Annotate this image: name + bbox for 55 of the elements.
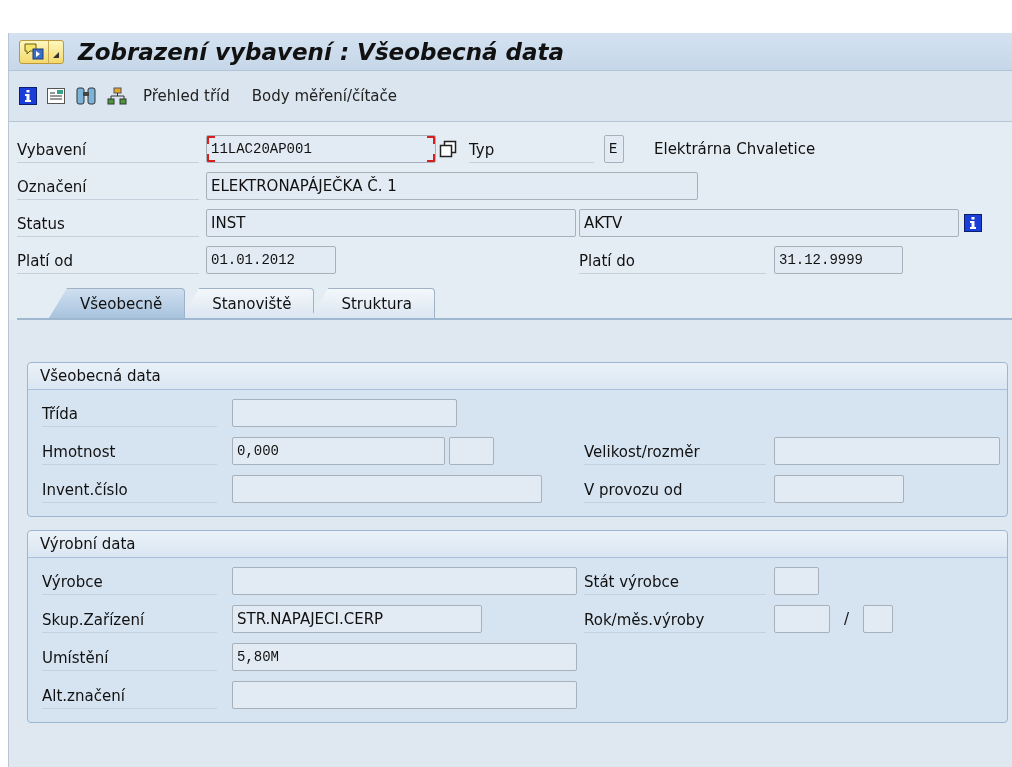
document-icon[interactable] [47,87,65,105]
type-description: Elektrárna Chvaletice [654,140,816,158]
binoculars-icon[interactable] [75,87,97,105]
hierarchy-icon[interactable] [107,87,127,105]
input-field[interactable] [232,681,577,709]
input-field[interactable]: AKTV [579,209,959,237]
input-field[interactable] [774,437,1000,465]
input-field[interactable] [863,605,894,633]
field-label: Umístění [42,643,217,671]
tab[interactable]: Struktura [310,288,435,318]
field-label: Hmotnost [42,437,217,465]
input-field[interactable] [232,475,542,503]
field-label: Platí do [579,246,766,274]
input-field[interactable] [232,567,577,595]
info-icon[interactable] [964,214,982,232]
input-field[interactable] [774,567,819,595]
input-field[interactable]: 01.01.2012 [206,246,336,274]
field-label: Typ [469,135,594,163]
field-label: Označení [17,172,199,200]
field-label: Velikost/rozměr [584,437,766,465]
input-field[interactable]: 11LAC20AP001 [206,135,436,163]
field-label: Stát výrobce [584,567,766,595]
window-title: Zobrazení vybavení : Všeobecná data [78,38,565,65]
unit-field[interactable] [449,437,494,465]
input-field[interactable]: ELEKTRONAPÁJEČKA Č. 1 [206,172,698,200]
input-field[interactable]: STR.NAPAJECI.CERP [232,605,482,633]
field-label: Skup.Zařízení [42,605,217,633]
separator-slash: / [844,610,850,628]
field-label: Status [17,209,199,237]
caret-icon [53,51,59,58]
field-label: Invent.číslo [42,475,217,503]
toolbar-button[interactable]: Body měření/čítače [245,85,403,107]
section-title: Výrobní data [28,531,1007,558]
input-field[interactable]: 0,000 [232,437,445,465]
input-field[interactable] [232,399,457,427]
toolbar-button[interactable]: Přehled tříd [137,85,236,107]
field-label: Rok/měs.výroby [584,605,766,633]
input-field[interactable]: 31.12.9999 [774,246,903,274]
menu-button[interactable] [19,39,64,64]
chat-window-icon [24,42,44,61]
info-icon[interactable] [19,87,37,105]
field-label: Vybavení [17,135,199,163]
field-label: Platí od [17,246,199,274]
input-field[interactable]: 5,80M [232,643,577,671]
input-field[interactable]: E [604,135,624,163]
field-label: V provozu od [584,475,766,503]
field-label: Třída [42,399,217,427]
input-field[interactable] [774,605,830,633]
copy-icon[interactable] [439,140,457,158]
field-label: Výrobce [42,567,217,595]
field-label: Alt.značení [42,681,217,709]
input-field[interactable]: INST [206,209,576,237]
section-title: Všeobecná data [28,363,1007,390]
tab[interactable]: Všeobecně [49,288,186,318]
input-field[interactable] [774,475,904,503]
